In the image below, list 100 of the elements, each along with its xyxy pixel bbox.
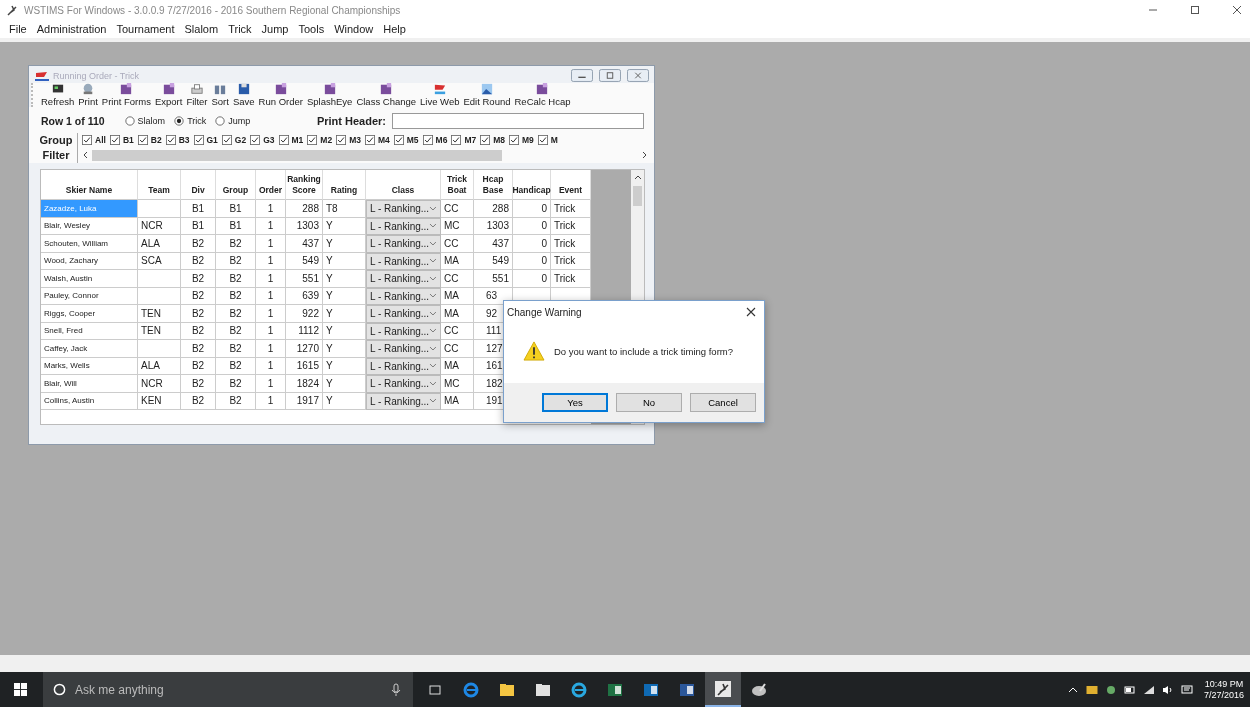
class-dropdown[interactable]: L - Ranking...	[366, 270, 441, 288]
search-field[interactable]: Ask me anything	[43, 672, 413, 707]
chevron-down-icon[interactable]	[429, 328, 437, 335]
scroll-up-icon[interactable]	[633, 174, 642, 182]
dialog-button[interactable]: Yes	[542, 393, 608, 412]
toolbar-button[interactable]: SplashEye	[304, 83, 355, 107]
table-cell[interactable]: Collins, Austin	[41, 392, 138, 410]
column-header[interactable]: Rating	[323, 170, 366, 200]
radio-icon[interactable]	[174, 116, 185, 126]
table-cell[interactable]: Wood, Zachary	[41, 252, 138, 270]
chevron-down-icon[interactable]	[429, 345, 437, 352]
group-checkbox[interactable]: B3	[165, 135, 190, 145]
menu-item[interactable]: File	[6, 23, 30, 35]
checkbox-icon[interactable]	[393, 135, 404, 145]
checkbox-icon[interactable]	[82, 135, 92, 145]
menu-item[interactable]: Jump	[258, 23, 292, 35]
scroll-right-icon[interactable]	[640, 151, 648, 159]
group-checkbox[interactable]: B2	[137, 135, 162, 145]
table-cell[interactable]: Riggs, Cooper	[41, 305, 138, 323]
radio-icon[interactable]	[215, 116, 226, 126]
group-checkbox[interactable]: M	[537, 135, 558, 145]
checkbox-icon[interactable]	[509, 135, 520, 145]
table-cell[interactable]: Pauley, Connor	[41, 287, 138, 305]
class-dropdown[interactable]: L - Ranking...	[366, 235, 441, 253]
menu-item[interactable]: Administration	[33, 23, 110, 35]
toolbar-button[interactable]: Class Change	[354, 83, 419, 107]
microphone-icon[interactable]	[391, 683, 401, 697]
chevron-down-icon[interactable]	[429, 293, 437, 300]
chevron-down-icon[interactable]	[429, 240, 437, 247]
class-dropdown[interactable]: L - Ranking...	[366, 375, 441, 393]
checkbox-icon[interactable]	[422, 135, 433, 145]
checkbox-icon[interactable]	[165, 135, 176, 145]
menu-item[interactable]: Trick	[225, 23, 255, 35]
chevron-down-icon[interactable]	[429, 205, 437, 212]
column-header[interactable]: Ranking Score	[286, 170, 323, 200]
toolbar-button[interactable]: Edit Round	[461, 83, 513, 107]
checkbox-icon[interactable]	[480, 135, 491, 145]
horizontal-scrollbar[interactable]	[82, 149, 648, 161]
radio-icon[interactable]	[124, 116, 135, 126]
toolbar-button[interactable]: Print	[76, 83, 100, 107]
taskbar-app-icon[interactable]	[705, 672, 741, 707]
restore-icon[interactable]	[599, 69, 621, 82]
menu-item[interactable]: Tools	[295, 23, 328, 35]
toolbar-button[interactable]: Save	[230, 83, 257, 107]
toolbar-button[interactable]: Print Forms	[99, 83, 153, 107]
table-cell[interactable]: Marks, Wells	[41, 357, 138, 375]
column-header[interactable]: Div	[181, 170, 216, 200]
group-checkbox[interactable]: G2	[221, 135, 247, 145]
class-dropdown[interactable]: L - Ranking...	[366, 340, 441, 358]
group-checkbox[interactable]: M6	[422, 135, 448, 145]
toolbar-button[interactable]: Sort	[209, 83, 231, 107]
toolbar-button[interactable]: Refresh	[39, 83, 77, 107]
group-checkbox[interactable]: M8	[480, 135, 506, 145]
notification-icon[interactable]	[1180, 684, 1193, 695]
checkbox-icon[interactable]	[221, 135, 232, 145]
mail-icon[interactable]	[1085, 684, 1098, 695]
close-icon[interactable]	[746, 307, 756, 317]
table-cell[interactable]: Blair, Wesley	[41, 217, 138, 235]
toolbar-button[interactable]: ReCalc Hcap	[512, 83, 573, 107]
group-checkbox[interactable]: M3	[336, 135, 361, 145]
column-header[interactable]: Order	[256, 170, 286, 200]
menu-item[interactable]: Tournament	[113, 23, 178, 35]
group-checkbox[interactable]: G1	[193, 135, 218, 145]
wifi-icon[interactable]	[1142, 684, 1155, 695]
column-header[interactable]: Team	[138, 170, 181, 200]
close-icon[interactable]	[1232, 5, 1242, 15]
event-radio[interactable]: Slalom	[124, 116, 166, 126]
table-cell[interactable]: Schouten, William	[41, 235, 138, 253]
clock-time[interactable]: 10:49 PM	[1204, 678, 1244, 690]
group-checkbox[interactable]: All	[82, 135, 106, 145]
group-checkbox[interactable]: M1	[278, 135, 304, 145]
group-checkbox[interactable]: M9	[509, 135, 534, 145]
print-header-field[interactable]	[392, 113, 644, 129]
column-header[interactable]: Trick Boat	[441, 170, 474, 200]
class-dropdown[interactable]: L - Ranking...	[366, 200, 441, 218]
class-dropdown[interactable]: L - Ranking...	[366, 305, 441, 323]
group-checkbox[interactable]: M5	[393, 135, 419, 145]
checkbox-icon[interactable]	[137, 135, 148, 145]
table-cell[interactable]: Snell, Fred	[41, 322, 138, 340]
clock-date[interactable]: 7/27/2016	[1203, 689, 1244, 701]
chevron-down-icon[interactable]	[429, 310, 437, 317]
volume-icon[interactable]	[1161, 684, 1174, 695]
minimize-icon[interactable]	[571, 69, 593, 82]
checkbox-icon[interactable]	[278, 135, 289, 145]
checkbox-icon[interactable]	[537, 135, 548, 145]
menu-item[interactable]: Help	[380, 23, 409, 35]
checkbox-icon[interactable]	[193, 135, 204, 145]
menu-item[interactable]: Slalom	[181, 23, 222, 35]
maximize-icon[interactable]	[1190, 5, 1200, 15]
chevron-down-icon[interactable]	[429, 380, 437, 387]
checkbox-icon[interactable]	[336, 135, 347, 145]
dialog-button[interactable]: No	[616, 393, 682, 412]
column-header[interactable]: Hcap Base	[474, 170, 513, 200]
toolbar-button[interactable]: Live Web	[418, 83, 462, 107]
menu-item[interactable]: Window	[331, 23, 377, 35]
scroll-left-icon[interactable]	[82, 151, 90, 159]
scrollbar-thumb[interactable]	[633, 186, 642, 206]
group-checkbox[interactable]: M4	[364, 135, 390, 145]
toolbar-button[interactable]: Filter	[184, 83, 210, 107]
column-header[interactable]: Handicap	[513, 170, 551, 200]
